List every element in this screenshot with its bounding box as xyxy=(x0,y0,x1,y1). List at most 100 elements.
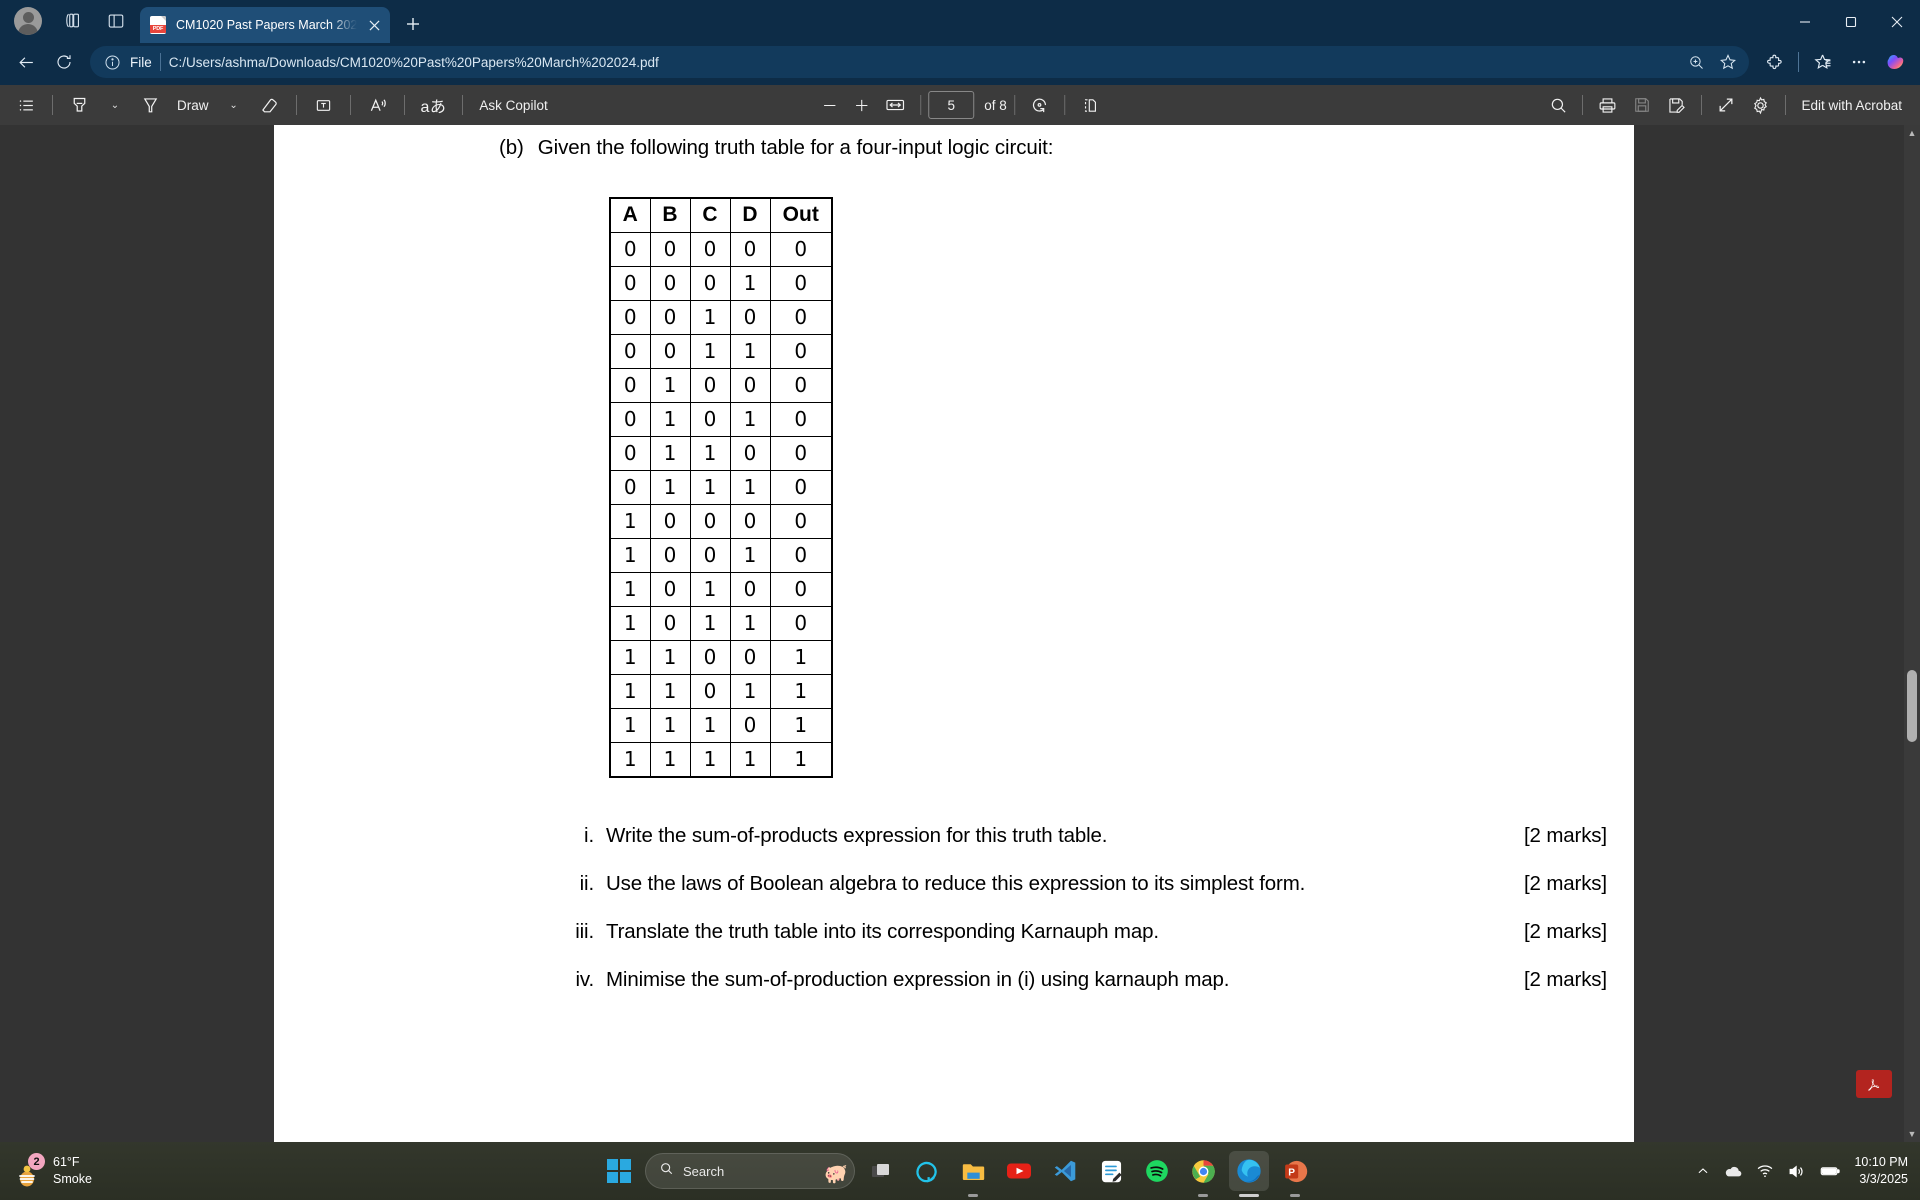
column-header-a: A xyxy=(609,197,651,233)
refresh-icon[interactable] xyxy=(46,46,82,78)
cell-d: 1 xyxy=(729,673,771,709)
close-window-button[interactable] xyxy=(1874,0,1920,43)
zoom-in-icon[interactable] xyxy=(1681,48,1711,76)
divider xyxy=(1063,95,1065,115)
translate-icon[interactable]: aあ xyxy=(414,90,454,120)
cell-out: 0 xyxy=(769,299,833,335)
notes-icon[interactable] xyxy=(1091,1151,1131,1191)
truth-table: A B C D Out 00000 00010 00100 00110 0100… xyxy=(609,196,833,778)
divider xyxy=(403,95,405,115)
chrome-icon[interactable] xyxy=(1183,1151,1223,1197)
acrobat-logo-icon[interactable] xyxy=(1856,1070,1892,1098)
cell-out: 0 xyxy=(769,605,833,641)
show-hidden-icons-chevron[interactable] xyxy=(1696,1164,1710,1178)
vertical-scrollbar[interactable]: ▲ ▼ xyxy=(1904,125,1920,1142)
extensions-puzzle-icon[interactable] xyxy=(1757,46,1791,78)
clock-date: 3/3/2025 xyxy=(1859,1172,1908,1186)
print-icon[interactable] xyxy=(1590,90,1625,120)
maximize-button[interactable] xyxy=(1828,0,1874,43)
add-text-icon[interactable] xyxy=(306,90,341,120)
cell-out: 0 xyxy=(769,537,833,573)
scrollbar-thumb[interactable] xyxy=(1907,670,1917,742)
weather-temperature: 61°F xyxy=(53,1155,80,1170)
highlight-icon[interactable] xyxy=(62,90,97,120)
collections-icon[interactable] xyxy=(52,3,92,39)
page-view-icon[interactable] xyxy=(1072,90,1107,120)
table-row: 11011 xyxy=(609,673,833,709)
copilot-icon[interactable] xyxy=(1878,46,1912,78)
url-text[interactable]: C:/Users/ashma/Downloads/CM1020%20Past%2… xyxy=(169,55,1673,70)
cell-b: 1 xyxy=(649,435,691,471)
account-avatar[interactable] xyxy=(8,3,48,39)
item-text: Use the laws of Boolean algebra to reduc… xyxy=(606,871,1306,895)
scroll-up-arrow-icon[interactable]: ▲ xyxy=(1904,125,1920,141)
fullscreen-icon[interactable] xyxy=(1709,90,1743,120)
search-icon[interactable] xyxy=(1542,90,1575,120)
clock[interactable]: 10:10 PM 3/3/2025 xyxy=(1854,1154,1908,1188)
table-row: 01100 xyxy=(609,435,833,471)
split-screen-icon[interactable] xyxy=(96,3,136,39)
new-tab-button[interactable] xyxy=(396,7,430,41)
alexa-icon[interactable] xyxy=(907,1151,947,1191)
ask-copilot-button[interactable]: Ask Copilot xyxy=(472,90,554,120)
cell-a: 1 xyxy=(609,707,651,743)
address-bar-actions xyxy=(1681,48,1743,76)
back-arrow-icon[interactable] xyxy=(8,46,44,78)
onedrive-cloud-icon[interactable] xyxy=(1723,1161,1743,1181)
rotate-icon[interactable] xyxy=(1022,90,1057,120)
browser-tab[interactable]: CM1020 Past Papers March 2024.pdf xyxy=(140,7,390,43)
pdf-page-content: (b) Given the following truth table for … xyxy=(274,125,1634,994)
fit-to-width-icon[interactable] xyxy=(877,90,913,120)
cell-out: 0 xyxy=(769,231,833,267)
vs-code-icon[interactable] xyxy=(1045,1151,1085,1191)
cell-d: 0 xyxy=(729,231,771,267)
toc-icon[interactable] xyxy=(10,90,43,120)
wifi-icon[interactable] xyxy=(1756,1162,1774,1180)
cell-c: 0 xyxy=(689,265,731,301)
close-icon[interactable] xyxy=(365,14,384,36)
address-bar[interactable]: File C:/Users/ashma/Downloads/CM1020%20P… xyxy=(90,46,1749,78)
edit-with-acrobat-button[interactable]: Edit with Acrobat xyxy=(1793,90,1910,120)
page-number-input[interactable] xyxy=(928,91,975,119)
cell-b: 0 xyxy=(649,265,691,301)
task-view-icon[interactable] xyxy=(861,1151,901,1191)
browser-window: CM1020 Past Papers March 2024.pdf xyxy=(0,0,1920,1200)
microsoft-edge-icon[interactable] xyxy=(1229,1151,1269,1197)
read-aloud-icon[interactable] xyxy=(360,90,395,120)
draw-button[interactable]: Draw xyxy=(170,90,216,120)
battery-icon[interactable] xyxy=(1819,1160,1841,1182)
windows-start-icon[interactable] xyxy=(605,1151,639,1191)
favorites-list-icon[interactable] xyxy=(1806,46,1840,78)
weather-widget[interactable]: 2 61°F Smoke xyxy=(0,1153,92,1188)
list-item: i. Write the sum-of-products expression … xyxy=(554,823,1644,849)
divider xyxy=(52,95,53,115)
highlight-dropdown-chevron[interactable]: ⌄ xyxy=(99,90,131,120)
cell-a: 0 xyxy=(609,333,651,369)
draw-pen-icon[interactable] xyxy=(133,90,168,120)
gear-icon[interactable] xyxy=(1743,90,1778,120)
powerpoint-icon[interactable]: P xyxy=(1275,1151,1315,1197)
star-icon[interactable] xyxy=(1713,48,1743,76)
cell-d: 1 xyxy=(729,401,771,437)
zoom-out-button[interactable] xyxy=(813,90,845,120)
tab-strip-left-buttons xyxy=(8,0,136,43)
spotify-icon[interactable] xyxy=(1137,1151,1177,1191)
search-input[interactable]: Search 🐖 xyxy=(645,1153,855,1189)
youtube-icon[interactable] xyxy=(999,1151,1039,1191)
cell-c: 1 xyxy=(689,707,731,743)
draw-dropdown-chevron[interactable]: ⌄ xyxy=(218,90,250,120)
save-icon[interactable] xyxy=(1625,90,1659,120)
info-circle-icon[interactable] xyxy=(102,52,122,72)
minimize-button[interactable] xyxy=(1782,0,1828,43)
scroll-down-arrow-icon[interactable]: ▼ xyxy=(1904,1126,1920,1142)
cell-d: 0 xyxy=(729,435,771,471)
cell-c: 1 xyxy=(689,571,731,607)
cell-a: 1 xyxy=(609,741,651,778)
zoom-in-button[interactable] xyxy=(845,90,877,120)
more-options-ellipsis-icon[interactable] xyxy=(1842,46,1876,78)
volume-icon[interactable] xyxy=(1787,1162,1806,1181)
tab-strip: CM1020 Past Papers March 2024.pdf xyxy=(0,0,1920,43)
eraser-icon[interactable] xyxy=(252,90,287,120)
file-explorer-icon[interactable] xyxy=(953,1151,993,1197)
save-as-icon[interactable] xyxy=(1659,90,1694,120)
